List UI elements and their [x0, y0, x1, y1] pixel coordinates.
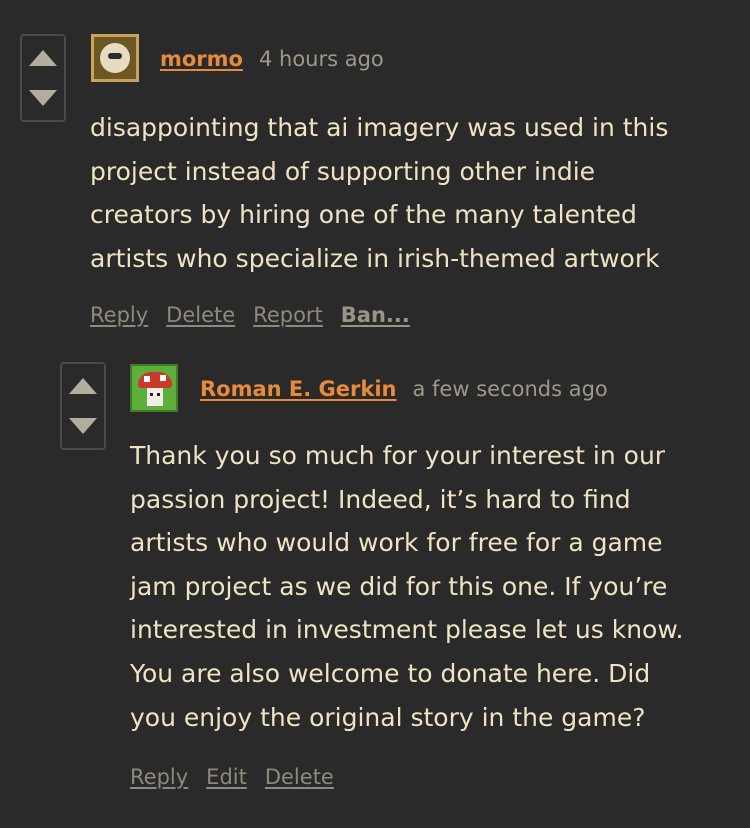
delete-link[interactable]: Delete: [265, 765, 334, 789]
report-link[interactable]: Report: [253, 303, 323, 327]
author-link[interactable]: Roman E. Gerkin: [200, 377, 397, 401]
avatar[interactable]: [91, 34, 139, 82]
ban-link[interactable]: Ban...: [341, 303, 410, 327]
reply-link[interactable]: Reply: [90, 303, 148, 327]
comment-body: Thank you so much for your interest in o…: [130, 434, 740, 739]
vote-box: [20, 34, 66, 122]
comment-line: interested in investment please let us k…: [130, 615, 684, 645]
avatar[interactable]: [130, 364, 178, 412]
mormo-avatar-icon: [100, 43, 130, 73]
vote-box: [60, 362, 106, 450]
comment-body: disappointing that ai imagery was used i…: [90, 106, 740, 280]
comment-line: jam project as we did for this one. If y…: [130, 571, 668, 601]
comment-line: passion project! Indeed, it’s hard to fi…: [130, 484, 631, 514]
mushroom-stem: [147, 388, 163, 406]
comment-line: project instead of supporting other indi…: [90, 156, 596, 186]
author-link[interactable]: mormo: [160, 47, 243, 71]
comment-line: Thank you so much for your interest in o…: [130, 441, 666, 470]
comment-actions: Reply Edit Delete: [130, 764, 352, 790]
mushroom-avatar-icon: [138, 372, 172, 388]
comment-actions: Reply Delete Report Ban...: [90, 302, 428, 328]
upvote-icon[interactable]: [29, 50, 57, 66]
comment-line: artists who would work for free for a ga…: [130, 528, 663, 558]
comment-line: artists who specialize in irish-themed a…: [90, 243, 660, 273]
downvote-icon[interactable]: [69, 418, 97, 434]
edit-link[interactable]: Edit: [206, 765, 247, 789]
comment-header: mormo 4 hours ago: [160, 46, 384, 72]
timestamp: 4 hours ago: [258, 47, 384, 71]
comment-header: Roman E. Gerkin a few seconds ago: [200, 376, 608, 402]
timestamp: a few seconds ago: [412, 377, 608, 401]
upvote-icon[interactable]: [69, 378, 97, 394]
comment-line: You are also welcome to donate here. Did: [130, 658, 651, 688]
comment-line: you enjoy the original story in the game…: [130, 702, 646, 732]
comment-line: creators by hiring one of the many talen…: [90, 200, 637, 230]
delete-link[interactable]: Delete: [166, 303, 235, 327]
reply-link[interactable]: Reply: [130, 765, 188, 789]
comment-line: disappointing that ai imagery was used i…: [90, 113, 669, 142]
downvote-icon[interactable]: [29, 90, 57, 106]
